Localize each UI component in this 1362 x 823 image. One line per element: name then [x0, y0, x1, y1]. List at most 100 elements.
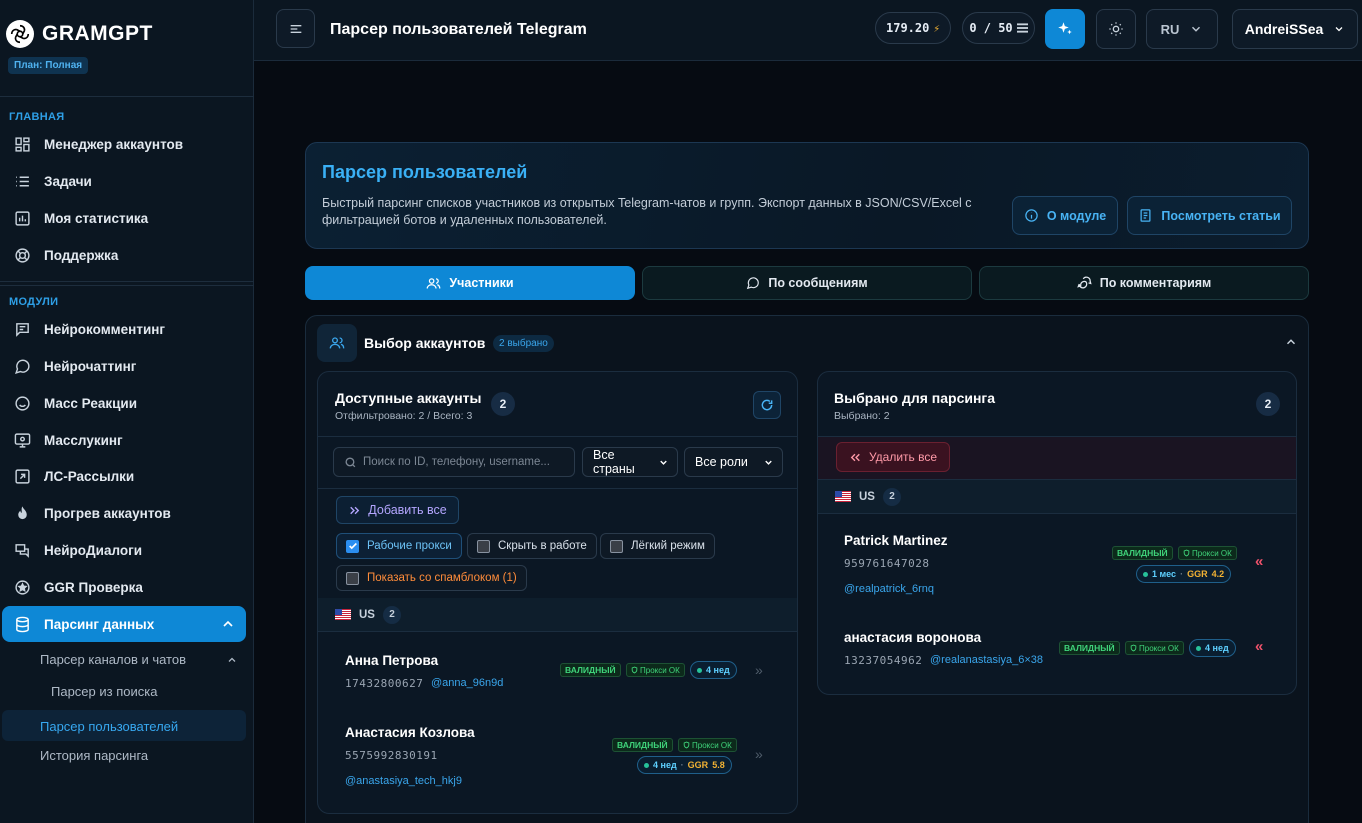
available-count: 2	[491, 392, 515, 416]
ggr-label: GGR	[687, 760, 709, 770]
filter-show-spamblock[interactable]: Показать со спамблоком (1)	[336, 565, 527, 591]
selected-count: 2	[1256, 392, 1280, 416]
sidebar-item-neurodialogs[interactable]: НейроДиалоги	[2, 532, 246, 568]
tab-by-messages[interactable]: По сообщениям	[642, 266, 972, 300]
sidebar-item-tasks[interactable]: Задачи	[2, 163, 246, 199]
sidebar-item-neurochatting[interactable]: Нейрочаттинг	[2, 348, 246, 384]
search-placeholder: Поиск по ID, телефону, username...	[363, 456, 550, 468]
sidebar-item-support[interactable]: Поддержка	[2, 237, 246, 273]
about-module-label: О модуле	[1046, 208, 1107, 223]
star-circle-icon	[13, 578, 31, 596]
user-name: Patrick Martinez	[844, 533, 948, 548]
limit-pill[interactable]: 0 / 50	[962, 12, 1035, 44]
sidebar-sub-search-parser[interactable]: Парсер из поиска	[51, 684, 157, 699]
us-flag-icon	[335, 609, 351, 620]
collapse-chevron-icon[interactable]	[1284, 335, 1298, 349]
filter-label: Скрыть в работе	[498, 540, 587, 552]
proxy-badge: Прокси ОК	[1125, 641, 1184, 655]
sidebar-sub-parse-history[interactable]: История парсинга	[40, 748, 148, 763]
sidebar-item-dm-mailing[interactable]: ЛС-Рассылки	[2, 458, 246, 494]
age-value: 4 нед	[653, 760, 677, 770]
about-module-button[interactable]: О модуле	[1012, 196, 1118, 235]
view-articles-button[interactable]: Посмотреть статьи	[1127, 196, 1292, 235]
divider	[0, 96, 254, 97]
remove-account-icon[interactable]: «	[1255, 638, 1263, 655]
divider	[0, 281, 254, 282]
shield-icon	[1183, 549, 1190, 557]
proxy-label: Прокси ОК	[1192, 548, 1232, 558]
age-badge: 1 мес · GGR 4.2	[1136, 565, 1232, 583]
user-handle: @anastasiya_tech_hkj9	[345, 775, 462, 787]
openai-logo-icon	[6, 20, 34, 48]
country-select[interactable]: Все страны	[582, 447, 678, 477]
sidebar-item-account-manager[interactable]: Менеджер аккаунтов	[2, 126, 246, 162]
search-input[interactable]: Поиск по ID, телефону, username...	[333, 447, 575, 477]
brand[interactable]: GRAMGPT	[6, 20, 153, 48]
users-icon	[317, 324, 357, 362]
sidebar-item-data-parsing[interactable]: Парсинг данных	[2, 606, 246, 642]
refresh-button[interactable]	[753, 391, 781, 419]
role-select[interactable]: Все роли	[684, 447, 783, 477]
user-phone: 959761647028	[844, 557, 930, 570]
sidebar-item-stats[interactable]: Моя статистика	[2, 200, 246, 236]
selected-accounts-card: Выбрано для парсинга Выбрано: 2 2 Удалит…	[817, 371, 1297, 695]
language-select[interactable]: RU	[1146, 9, 1218, 49]
chart-icon	[13, 209, 31, 227]
divider	[318, 631, 797, 632]
proxy-badge: Прокси ОК	[626, 663, 685, 677]
brand-name: GRAMGPT	[42, 22, 153, 45]
sidebar-item-masslooking[interactable]: Масслукинг	[2, 422, 246, 458]
user-menu[interactable]: AndreiSSea	[1232, 9, 1358, 49]
available-accounts-card: Доступные аккаунты Отфильтровано: 2 / Вс…	[317, 371, 798, 814]
refresh-icon	[760, 398, 774, 412]
country-group-header[interactable]: US 2	[318, 598, 797, 631]
age-badge: 4 нед	[1189, 639, 1236, 657]
proxy-badge: Прокси ОК	[1178, 546, 1237, 560]
sidebar-item-label: ЛС-Рассылки	[44, 468, 135, 484]
eye-screen-icon	[13, 431, 31, 449]
remove-account-icon[interactable]: «	[1255, 553, 1263, 570]
ai-sparkle-button[interactable]	[1045, 9, 1085, 49]
divider	[818, 513, 1296, 514]
sidebar-sub-channel-parser[interactable]: Парсер каналов и чатов	[40, 652, 186, 667]
sidebar-item-label: Моя статистика	[44, 210, 149, 226]
sidebar-item-warmup[interactable]: Прогрев аккаунтов	[2, 495, 246, 531]
add-account-icon[interactable]: »	[755, 662, 763, 678]
sidebar-item-ggr-check[interactable]: GGR Проверка	[2, 569, 246, 605]
status-badge: ВАЛИДНЫЙ	[1112, 546, 1173, 560]
tab-participants[interactable]: Участники	[305, 266, 635, 300]
filter-working-proxy[interactable]: Рабочие прокси	[336, 533, 462, 559]
section-main-label: ГЛАВНАЯ	[9, 111, 65, 123]
remove-all-button[interactable]: Удалить все	[836, 442, 950, 472]
chevron-up-icon	[220, 616, 236, 632]
user-phone: 17432800627	[345, 677, 424, 690]
search-icon	[344, 456, 357, 469]
chevron-up-icon[interactable]	[226, 654, 238, 666]
add-account-icon[interactable]: »	[755, 746, 763, 762]
user-name: анастасия воронова	[844, 630, 982, 645]
tab-by-comments[interactable]: По комментариям	[979, 266, 1309, 300]
sidebar-item-neurocommenting[interactable]: Нейрокомментинг	[2, 311, 246, 347]
sidebar: GRAMGPT План: Полная ГЛАВНАЯ Менеджер ак…	[0, 0, 254, 823]
menu-toggle-button[interactable]	[276, 9, 315, 48]
country-code: US	[359, 608, 375, 621]
filter-label: Рабочие прокси	[367, 540, 452, 552]
chevron-down-icon	[1333, 23, 1345, 35]
plan-badge: План: Полная	[8, 57, 89, 74]
server-icon	[1016, 23, 1028, 33]
module-header-card: Парсер пользователей Быстрый парсинг спи…	[305, 142, 1309, 249]
sidebar-sub-user-parser[interactable]: Парсер пользователей	[2, 710, 246, 741]
checkbox-checked-icon	[346, 539, 359, 553]
theme-toggle-button[interactable]	[1096, 9, 1136, 49]
filter-hide-in-work[interactable]: Скрыть в работе	[467, 533, 597, 559]
us-flag-icon	[835, 491, 851, 502]
sidebar-item-label: НейроДиалоги	[44, 542, 143, 558]
filter-label: Показать со спамблоком (1)	[367, 572, 517, 584]
sidebar-item-label: GGR Проверка	[44, 579, 143, 595]
sidebar-item-mass-reactions[interactable]: Масс Реакции	[2, 385, 246, 421]
balance-pill[interactable]: 179.20 ⚡	[875, 12, 951, 44]
filter-light-mode[interactable]: Лёгкий режим	[600, 533, 715, 559]
country-group-header[interactable]: US 2	[818, 480, 1296, 513]
add-all-button[interactable]: Добавить все	[336, 496, 459, 524]
status-badge: ВАЛИДНЫЙ	[1059, 641, 1120, 655]
